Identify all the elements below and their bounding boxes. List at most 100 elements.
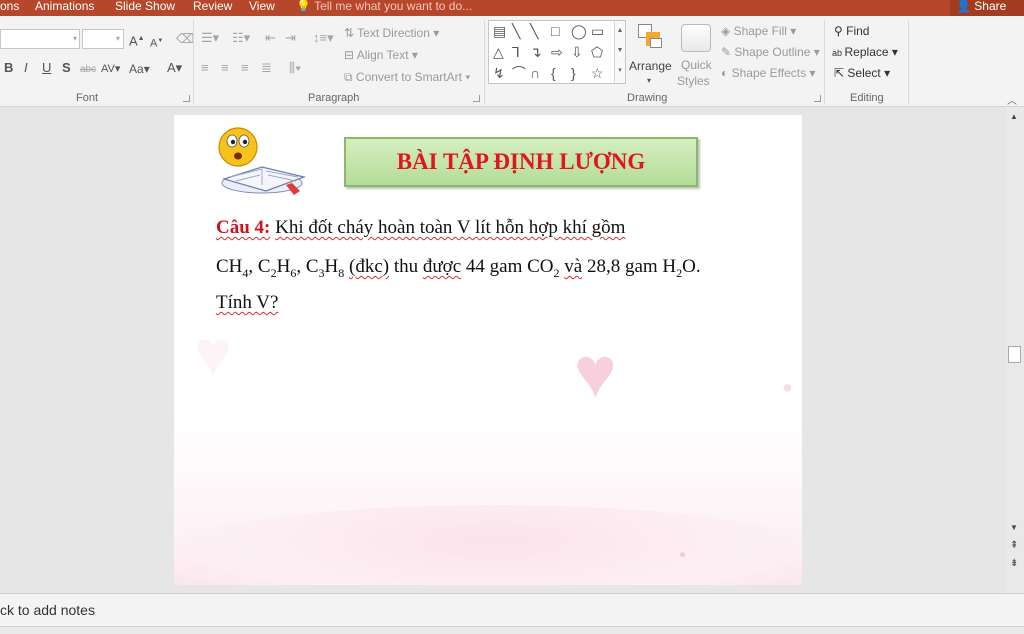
text-direction-button[interactable]: ⇅ Text Direction ▾	[344, 26, 439, 40]
align-right-button[interactable]: ≡	[241, 61, 249, 75]
convert-smartart-button[interactable]: ⧉ Convert to SmartArt ▾	[344, 70, 470, 84]
align-center-button[interactable]: ≡	[221, 61, 229, 75]
find-button[interactable]: ⚲ Find	[834, 24, 869, 38]
text-44-gam-co2: 44 gam CO	[465, 256, 554, 277]
change-case-button[interactable]: Aa▾	[129, 62, 150, 76]
shape-elbow-arrow-icon[interactable]: ↴	[530, 45, 542, 59]
arrange-button[interactable]: Arrange ▾	[628, 22, 674, 88]
shapes-gallery[interactable]: ▤ ╲ ╲ □ ◯ ▭ △ ⅂ ↴ ⇨ ⇩ ⬠ ↯ ⌒ ∩ { } ☆ ▲ ▼ ▾	[488, 20, 626, 84]
grow-font-button[interactable]: A▲	[129, 32, 145, 48]
lightbulb-icon: 💡	[296, 0, 311, 13]
shape-freeform-icon[interactable]: ↯	[493, 66, 505, 80]
align-left-button[interactable]: ≡	[201, 61, 209, 75]
font-name-box[interactable]	[0, 29, 80, 49]
formula-c2h6: , C	[248, 256, 271, 277]
next-slide-icon[interactable]: ⇟	[1010, 558, 1018, 569]
formula-ch4: CH	[216, 256, 243, 277]
vertical-scrollbar[interactable]: ▲ ▼ ⇞ ⇟	[1006, 107, 1024, 593]
italic-button[interactable]: I	[24, 61, 28, 75]
tab-view[interactable]: View	[249, 0, 275, 13]
quick-styles-label-1: Quick	[681, 58, 712, 72]
line-spacing-button[interactable]: ↕≡▾	[313, 31, 334, 45]
shape-curve-icon[interactable]: ∩	[530, 66, 540, 80]
select-button[interactable]: ⇱ Select ▾	[834, 66, 890, 80]
smartart-icon: ⧉	[344, 70, 356, 84]
decrease-indent-button[interactable]: ⇤	[265, 31, 276, 45]
ribbon-tab-bar: ons Animations Slide Show Review View 💡 …	[0, 0, 1024, 16]
bullets-button[interactable]: ☰▾	[201, 31, 219, 45]
shape-rounded-rect-icon[interactable]: ▭	[591, 24, 604, 38]
text-shadow-button[interactable]: S	[62, 61, 71, 75]
previous-slide-icon[interactable]: ⇞	[1010, 540, 1018, 551]
question-label: Câu 4:	[216, 217, 271, 238]
shape-left-brace-icon[interactable]: {	[551, 66, 556, 80]
pen-icon: ✎	[721, 45, 735, 59]
shape-right-arrow-icon[interactable]: ⇨	[551, 45, 563, 59]
question-line-1[interactable]: Câu 4: Khi đốt cháy hoàn toàn V lít hỗn …	[216, 217, 625, 239]
columns-button[interactable]: ⫼▾	[289, 61, 301, 75]
paragraph-dialog-launcher[interactable]	[473, 95, 480, 102]
shape-textbox-icon[interactable]: ▤	[493, 24, 506, 38]
increase-indent-button[interactable]: ⇥	[285, 31, 296, 45]
collapse-ribbon-icon[interactable]: ︿	[1007, 92, 1017, 107]
cursor-icon: ⇱	[834, 66, 848, 80]
align-text-button[interactable]: ⊟ Align Text ▾	[344, 48, 418, 62]
shape-right-brace-icon[interactable]: }	[571, 66, 576, 80]
quick-styles-label-2: Styles	[677, 74, 710, 88]
scroll-down-icon[interactable]: ▼	[1010, 523, 1018, 532]
ribbon: ▾ ▾ A▲ A▼ ⌫ ☰▾ ☷▾ ⇤ ⇥ ↕≡▾ B I U S abc AV…	[0, 16, 1024, 107]
clear-formatting-icon[interactable]: ⌫	[176, 32, 194, 46]
formula-h: H	[324, 256, 339, 277]
background-heart-icon: ♥	[194, 317, 232, 389]
shape-star-icon[interactable]: ☆	[591, 66, 604, 80]
font-color-button[interactable]: A▾	[167, 61, 182, 75]
arrange-dropdown-icon: ▾	[647, 76, 652, 85]
tab-transitions[interactable]: ons	[0, 0, 19, 13]
tab-animations[interactable]: Animations	[35, 0, 94, 13]
slide-canvas[interactable]: ♥ ♥ ● ● BÀI TẬP ĐỊNH LƯỢNG Câu 4: Khi đố…	[174, 115, 802, 585]
effects-icon: ◐	[721, 66, 732, 80]
bold-button[interactable]: B	[4, 61, 13, 75]
share-button[interactable]: 👤 Share	[950, 0, 1024, 16]
tell-me-text: Tell me what you want to do...	[314, 0, 473, 13]
scroll-up-icon[interactable]: ▲	[1010, 112, 1018, 121]
notes-pane[interactable]: ck to add notes	[0, 593, 1024, 626]
drawing-dialog-launcher[interactable]	[814, 95, 821, 102]
shape-triangle-icon[interactable]: △	[493, 45, 504, 59]
shape-down-arrow-icon[interactable]: ⇩	[571, 45, 583, 59]
font-size-dropdown-icon[interactable]: ▾	[116, 32, 120, 46]
shape-fill-button[interactable]: ◈ Shape Fill ▾	[721, 24, 796, 38]
question-line-2[interactable]: CH4, C2H6, C3H8 (đkc) thu được 44 gam CO…	[216, 256, 701, 284]
shape-effects-button[interactable]: ◐ Shape Effects ▾	[721, 66, 815, 80]
strikethrough-button[interactable]: abc	[80, 63, 96, 77]
tell-me-search[interactable]: 💡 Tell me what you want to do...	[296, 0, 472, 13]
text-va: và	[564, 256, 583, 277]
character-spacing-button[interactable]: AV▾	[101, 62, 120, 76]
arrange-icon	[638, 24, 664, 50]
shape-line-icon[interactable]: ╲	[512, 24, 520, 38]
underline-button[interactable]: U	[42, 61, 51, 75]
numbering-button[interactable]: ☷▾	[232, 31, 250, 45]
quick-styles-button[interactable]: Quick Styles	[676, 22, 718, 92]
shape-arrow-line-icon[interactable]: ╲	[530, 24, 538, 38]
font-dialog-launcher[interactable]	[183, 95, 190, 102]
title-banner[interactable]: BÀI TẬP ĐỊNH LƯỢNG	[344, 137, 698, 187]
shape-oval-icon[interactable]: ◯	[571, 24, 587, 38]
shape-rectangle-icon[interactable]: □	[551, 24, 559, 38]
font-name-dropdown-icon[interactable]: ▾	[73, 32, 77, 46]
editing-group-label: Editing	[850, 92, 884, 104]
shape-elbow-connector-icon[interactable]: ⅂	[512, 45, 520, 59]
shapes-gallery-scroll[interactable]: ▲ ▼ ▾	[614, 21, 625, 83]
notes-placeholder: ck to add notes	[0, 602, 95, 618]
shape-outline-button[interactable]: ✎ Shape Outline ▾	[721, 45, 820, 59]
text-o: O.	[682, 256, 701, 277]
tab-slide-show[interactable]: Slide Show	[115, 0, 175, 13]
justify-button[interactable]: ≣	[261, 61, 272, 75]
shape-pentagon-icon[interactable]: ⬠	[591, 45, 603, 59]
replace-button[interactable]: ab Replace ▾	[832, 45, 898, 60]
shrink-font-button[interactable]: A▼	[150, 34, 163, 51]
shape-arc-icon[interactable]: ⌒	[512, 66, 526, 80]
tab-review[interactable]: Review	[193, 0, 232, 13]
question-line-3[interactable]: Tính V?	[216, 292, 278, 314]
scroll-thumb[interactable]	[1008, 346, 1021, 363]
